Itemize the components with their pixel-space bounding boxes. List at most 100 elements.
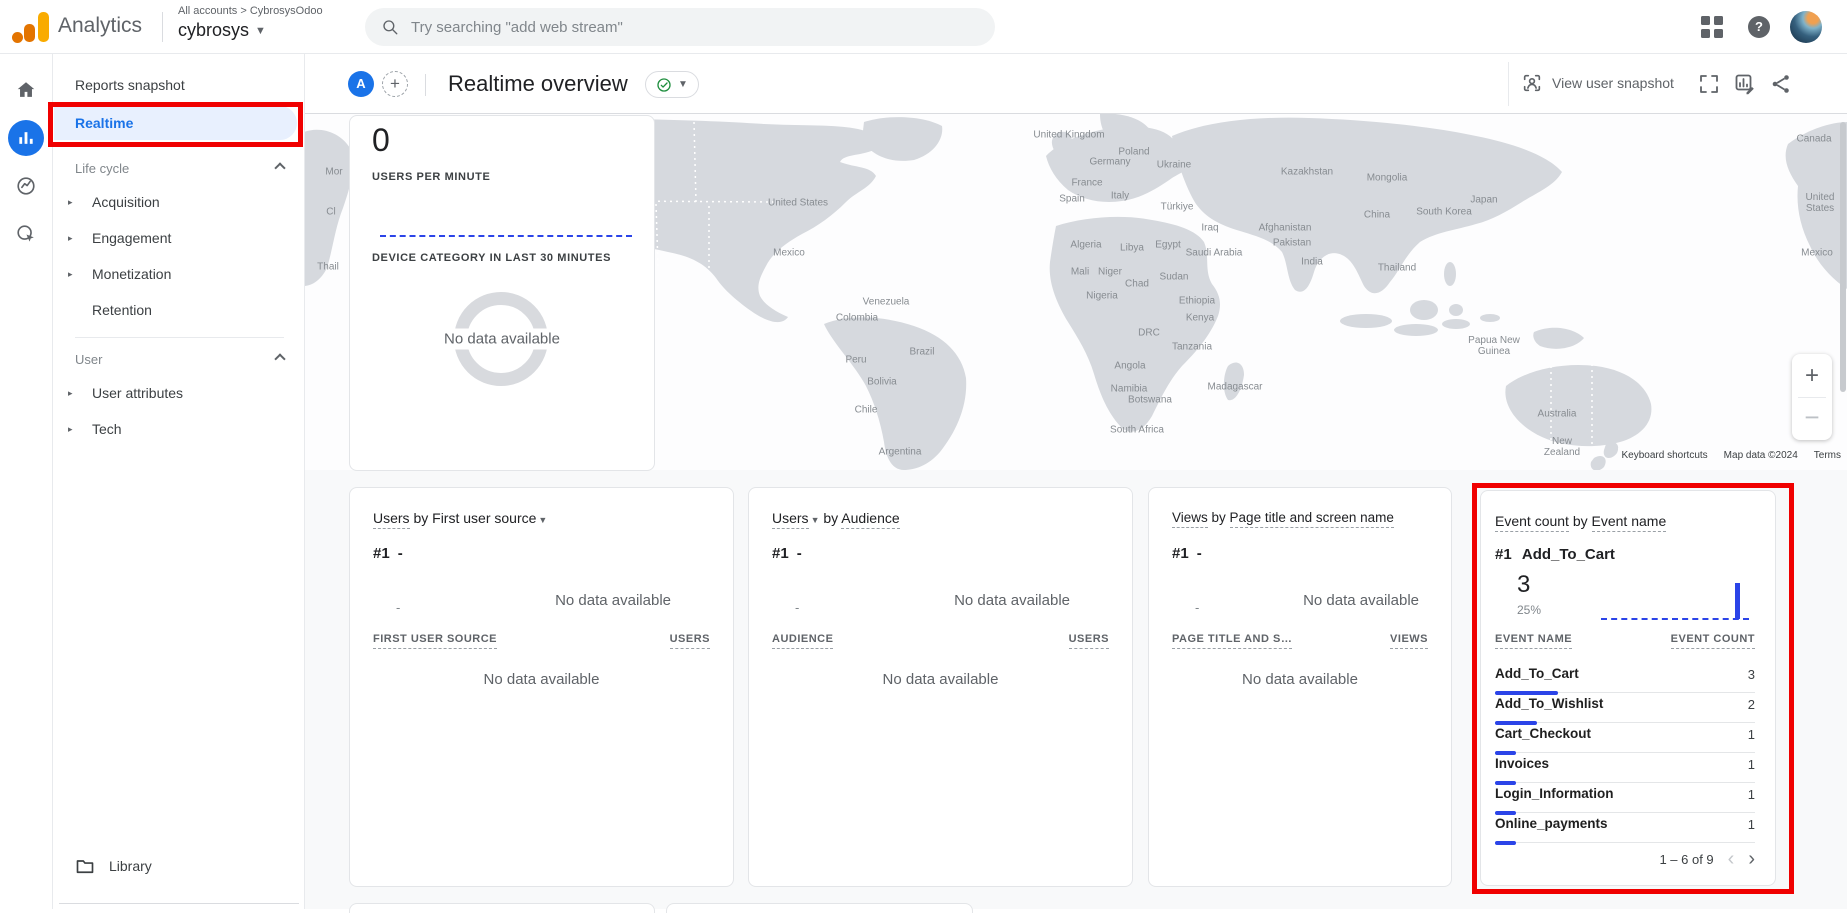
column-metric[interactable]: USERS bbox=[670, 633, 710, 649]
page-title: Realtime overview bbox=[448, 71, 628, 97]
property-avatar[interactable]: A bbox=[348, 71, 374, 97]
collapse-chevron-icon[interactable] bbox=[274, 162, 285, 173]
sidebar-item-reports-snapshot[interactable]: Reports snapshot bbox=[54, 68, 304, 102]
prev-page-button[interactable]: ‹ bbox=[1728, 851, 1735, 867]
column-dimension[interactable]: FIRST USER SOURCE bbox=[373, 633, 497, 649]
sidebar-item-label: Monetization bbox=[92, 266, 171, 282]
explore-icon[interactable] bbox=[8, 168, 44, 204]
rank-value: - bbox=[398, 545, 403, 562]
sidebar-item-engagement[interactable]: ▸ Engagement bbox=[54, 221, 304, 255]
collapse-chevron-icon[interactable] bbox=[274, 353, 285, 364]
rank-value: - bbox=[1197, 545, 1202, 562]
add-comparison-button[interactable]: + bbox=[382, 71, 408, 97]
dimension-link[interactable]: Page title and screen name bbox=[1230, 510, 1394, 528]
title-joiner: by bbox=[1208, 510, 1230, 525]
card-views-by-page-title: Views by Page title and screen name #1- … bbox=[1148, 487, 1452, 887]
table-row[interactable]: Add_To_Cart 3 bbox=[1495, 663, 1755, 693]
metric-link[interactable]: Users bbox=[772, 510, 809, 529]
column-metric[interactable]: VIEWS bbox=[1390, 633, 1428, 649]
next-row-card-stub bbox=[349, 903, 655, 913]
zoom-out-button: − bbox=[1792, 397, 1832, 440]
metric-link[interactable]: Views bbox=[1172, 510, 1208, 528]
pagination-range: 1 – 6 of 9 bbox=[1659, 852, 1713, 867]
terms-link[interactable]: Terms bbox=[1814, 450, 1841, 461]
analytics-logo-icon[interactable] bbox=[12, 10, 52, 44]
donut-no-data-label: No data available bbox=[438, 329, 566, 350]
search-bar[interactable] bbox=[365, 8, 995, 46]
home-icon[interactable] bbox=[8, 72, 44, 108]
apps-grid-icon[interactable] bbox=[1701, 16, 1723, 38]
dimension-link[interactable]: Audience bbox=[841, 510, 899, 529]
sidebar-item-label: Retention bbox=[92, 302, 152, 318]
chevron-down-icon: ▼ bbox=[255, 25, 266, 37]
help-icon[interactable]: ? bbox=[1748, 16, 1770, 38]
column-dimension[interactable]: AUDIENCE bbox=[772, 633, 833, 649]
users-per-minute-label: USERS PER MINUTE bbox=[372, 171, 490, 183]
expand-arrow-icon: ▸ bbox=[68, 185, 73, 219]
title-joiner: by bbox=[410, 510, 433, 526]
sidebar-item-label: Tech bbox=[92, 421, 122, 437]
folder-icon bbox=[75, 856, 95, 876]
user-avatar[interactable] bbox=[1790, 11, 1822, 43]
metric-link[interactable]: Event count bbox=[1495, 513, 1569, 532]
sidebar-item-library[interactable]: Library bbox=[75, 856, 152, 876]
view-user-snapshot-button[interactable]: View user snapshot bbox=[1521, 72, 1674, 94]
scrollbar[interactable] bbox=[1839, 114, 1847, 909]
report-status-pill[interactable]: ▼ bbox=[645, 71, 699, 98]
sidebar-item-acquisition[interactable]: ▸ Acquisition bbox=[54, 185, 304, 219]
breadcrumb[interactable]: All accounts > CybrosysOdoo bbox=[178, 5, 323, 17]
sidebar-item-user-attributes[interactable]: ▸ User attributes bbox=[54, 376, 304, 410]
rank-row: #1- bbox=[373, 545, 403, 562]
event-table: Add_To_Cart 3 Add_To_Wishlist 2 Cart_Che… bbox=[1495, 663, 1755, 843]
fullscreen-icon[interactable] bbox=[1697, 72, 1721, 96]
event-count: 1 bbox=[1748, 787, 1755, 802]
column-event-count[interactable]: EVENT COUNT bbox=[1671, 633, 1755, 649]
map-zoom-control: + − bbox=[1792, 354, 1832, 440]
event-count: 3 bbox=[1748, 667, 1755, 682]
sidebar-item-label: User attributes bbox=[92, 385, 183, 401]
table-row[interactable]: Add_To_Wishlist 2 bbox=[1495, 693, 1755, 723]
rank-value: Add_To_Cart bbox=[1522, 546, 1615, 563]
card-event-count-by-event-name: Event count by Event name #1 Add_To_Cart… bbox=[1480, 490, 1776, 886]
reports-icon[interactable] bbox=[8, 120, 44, 156]
card-title: Views by Page title and screen name bbox=[1172, 510, 1394, 525]
table-row[interactable]: Invoices 1 bbox=[1495, 753, 1755, 783]
sidebar-item-tech[interactable]: ▸ Tech bbox=[54, 412, 304, 446]
expand-arrow-icon: ▸ bbox=[68, 221, 73, 255]
rank-label: #1 bbox=[373, 545, 390, 562]
view-user-snapshot-label: View user snapshot bbox=[1552, 75, 1674, 91]
metric-link[interactable]: Users bbox=[373, 510, 410, 529]
sidebar-item-monetization[interactable]: ▸ Monetization bbox=[54, 257, 304, 291]
edit-report-icon[interactable] bbox=[1733, 72, 1757, 96]
zoom-in-button[interactable]: + bbox=[1792, 354, 1832, 397]
table-row[interactable]: Cart_Checkout 1 bbox=[1495, 723, 1755, 753]
users-sparkline bbox=[380, 235, 632, 237]
column-metric[interactable]: USERS bbox=[1069, 633, 1109, 649]
next-page-button[interactable]: › bbox=[1748, 851, 1755, 867]
nav-divider bbox=[75, 337, 284, 338]
dimension-link[interactable]: Event name bbox=[1592, 513, 1667, 532]
map-attribution: Keyboard shortcuts Map data ©2024 Terms bbox=[1618, 448, 1846, 463]
top-event-count: 3 bbox=[1517, 571, 1530, 599]
event-name: Add_To_Wishlist bbox=[1495, 696, 1603, 711]
sidebar-bottom-divider bbox=[59, 903, 299, 904]
sidebar-item-retention[interactable]: Retention bbox=[54, 293, 304, 327]
share-icon[interactable] bbox=[1769, 72, 1793, 96]
search-input[interactable] bbox=[411, 19, 979, 36]
report-header: A + Realtime overview ▼ View user snapsh… bbox=[305, 54, 1847, 114]
event-name: Add_To_Cart bbox=[1495, 666, 1579, 681]
dimension-link[interactable]: First user source bbox=[432, 510, 536, 526]
chevron-down-icon[interactable]: ▼ bbox=[538, 515, 547, 525]
event-sparkline bbox=[1601, 618, 1749, 620]
column-event-name[interactable]: EVENT NAME bbox=[1495, 633, 1572, 649]
column-dimension[interactable]: PAGE TITLE AND S… bbox=[1172, 633, 1292, 649]
table-row[interactable]: Login_Information 1 bbox=[1495, 783, 1755, 813]
advertising-icon[interactable] bbox=[8, 216, 44, 252]
account-switcher[interactable]: cybrosys▼ bbox=[178, 20, 266, 41]
sidebar-item-realtime[interactable]: Realtime bbox=[54, 106, 297, 140]
keyboard-shortcuts-link[interactable]: Keyboard shortcuts bbox=[1622, 450, 1708, 461]
scrollbar-thumb[interactable] bbox=[1840, 122, 1846, 392]
expand-arrow-icon: ▸ bbox=[68, 376, 73, 410]
dimension-placeholder: - bbox=[396, 600, 400, 615]
table-row[interactable]: Online_payments 1 bbox=[1495, 813, 1755, 843]
